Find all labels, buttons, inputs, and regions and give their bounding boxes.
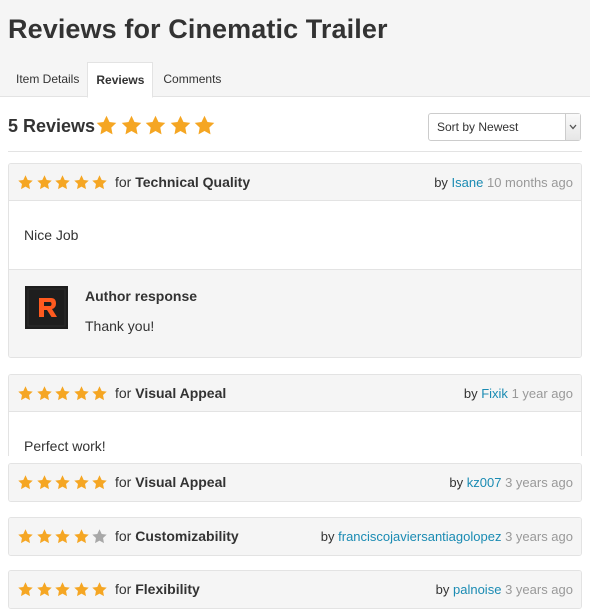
by-label: by: [434, 175, 448, 190]
review-time: 3 years ago: [505, 529, 573, 544]
star-filled-icon: [18, 529, 33, 544]
tab-reviews[interactable]: Reviews: [87, 62, 154, 98]
star-filled-icon: [92, 386, 107, 401]
star-empty-icon: [92, 529, 107, 544]
review-category: Flexibility: [135, 581, 200, 597]
for-label: for: [115, 174, 132, 190]
star-filled-icon: [170, 115, 190, 135]
star-filled-icon: [92, 582, 107, 597]
star-filled-icon: [92, 175, 107, 190]
sort-select[interactable]: Sort by Newest: [428, 113, 581, 141]
review-author-link[interactable]: franciscojaviersantiagolopez: [338, 529, 501, 544]
review-header: for Visual Appeal by kz007 3 years ago: [9, 464, 581, 501]
star-filled-icon: [36, 475, 52, 490]
star-filled-icon: [121, 115, 141, 135]
star-filled-icon: [73, 175, 89, 190]
for-label: for: [115, 581, 132, 597]
star-filled-icon: [145, 115, 166, 135]
page-header: Reviews for Cinematic Trailer Item Detai…: [0, 0, 590, 98]
review-rating: [17, 528, 110, 545]
review-time: 1 year ago: [511, 386, 573, 401]
review-category: Technical Quality: [135, 174, 251, 190]
chevron-down-icon[interactable]: [565, 114, 580, 140]
star-filled-icon: [96, 115, 117, 135]
by-label: by: [449, 475, 464, 490]
review-header: for Customizability by franciscojaviersa…: [9, 518, 581, 555]
star-filled-icon: [36, 175, 52, 190]
review-card: for Flexibility by palnoise 3 years ago: [8, 570, 582, 609]
star-filled-icon: [55, 386, 70, 401]
review-header: for Flexibility by palnoise 3 years ago: [9, 571, 581, 608]
star-filled-icon: [36, 386, 52, 401]
star-filled-icon: [55, 175, 70, 190]
avatar: [25, 286, 68, 329]
tab-bar: Item Details Reviews Comments: [0, 62, 229, 98]
star-filled-icon: [92, 475, 107, 490]
for-label: for: [115, 474, 132, 490]
star-filled-icon: [194, 115, 215, 135]
page-title: Reviews for Cinematic Trailer: [8, 14, 388, 44]
star-filled-icon: [36, 582, 52, 597]
tab-comments[interactable]: Comments: [155, 62, 229, 97]
star-filled-icon: [18, 582, 33, 597]
star-filled-icon: [55, 475, 70, 490]
review-rating: [17, 174, 110, 191]
review-category: Visual Appeal: [135, 385, 227, 401]
star-filled-icon: [55, 529, 70, 544]
star-filled-icon: [73, 582, 89, 597]
star-filled-icon: [18, 386, 33, 401]
review-category: Visual Appeal: [135, 474, 227, 490]
star-filled-icon: [36, 529, 52, 544]
review-time: 3 years ago: [505, 582, 573, 597]
review-category: Customizability: [135, 528, 239, 544]
summary-rating: [95, 114, 218, 137]
by-label: by: [435, 582, 450, 597]
review-header: for Technical Quality by Isane 10 months…: [9, 164, 581, 201]
star-filled-icon: [73, 386, 89, 401]
review-body: Nice Job: [24, 227, 79, 243]
response-text: Thank you!: [85, 318, 155, 334]
review-header: for Visual Appeal by Fixik 1 year ago: [9, 375, 581, 412]
review-time: 3 years ago: [505, 475, 573, 490]
review-card: for Customizability by franciscojaviersa…: [8, 517, 582, 556]
by-label: by: [320, 529, 335, 544]
review-body: Perfect work!: [24, 438, 106, 454]
review-count: 5 Reviews: [8, 116, 96, 136]
review-card: for Visual Appeal by kz007 3 years ago: [8, 463, 582, 502]
review-rating: [17, 581, 110, 598]
author-response: Author response Thank you!: [9, 269, 581, 357]
response-title: Author response: [85, 288, 198, 304]
review-time: 10 months ago: [486, 175, 573, 190]
star-filled-icon: [73, 529, 89, 544]
star-filled-icon: [55, 582, 70, 597]
for-label: for: [115, 528, 132, 544]
review-author-link[interactable]: Isane: [452, 175, 484, 190]
review-author-link[interactable]: kz007: [467, 475, 502, 490]
for-label: for: [115, 385, 132, 401]
sort-selected-value: Sort by Newest: [437, 120, 519, 134]
review-rating: [17, 385, 110, 402]
star-filled-icon: [18, 175, 33, 190]
r-logo-icon: [25, 286, 68, 329]
by-label: by: [463, 386, 478, 401]
star-filled-icon: [18, 475, 33, 490]
review-rating: [17, 474, 110, 491]
tab-item-details[interactable]: Item Details: [8, 62, 87, 97]
review-card: for Visual Appeal by Fixik 1 year ago Pe…: [8, 374, 582, 456]
review-author-link[interactable]: Fixik: [481, 386, 508, 401]
star-filled-icon: [73, 475, 89, 490]
review-card: for Technical Quality by Isane 10 months…: [8, 163, 582, 358]
review-author-link[interactable]: palnoise: [453, 582, 501, 597]
